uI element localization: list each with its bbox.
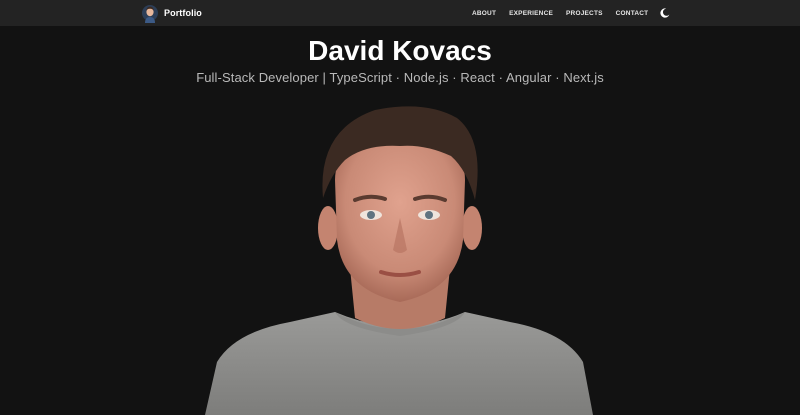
moon-icon	[660, 8, 670, 18]
brand-label: Portfolio	[164, 8, 202, 18]
theme-toggle-button[interactable]	[659, 7, 671, 19]
hero-subtitle: Full-Stack Developer | TypeScript · Node…	[196, 70, 604, 85]
nav-link-about[interactable]: ABOUT	[472, 10, 496, 17]
nav-link-contact[interactable]: CONTACT	[616, 10, 649, 17]
hero-title: David Kovacs	[308, 35, 492, 66]
nav-link-experience[interactable]: EXPERIENCE	[509, 10, 553, 17]
navbar: Portfolio ABOUT EXPERIENCE PROJECTS CONT…	[0, 0, 800, 26]
avatar	[142, 5, 158, 23]
nav-link-projects[interactable]: PROJECTS	[566, 10, 603, 17]
profile-photo	[205, 106, 593, 415]
nav-links: ABOUT EXPERIENCE PROJECTS CONTACT	[472, 0, 671, 26]
brand-link[interactable]: Portfolio	[142, 2, 202, 24]
